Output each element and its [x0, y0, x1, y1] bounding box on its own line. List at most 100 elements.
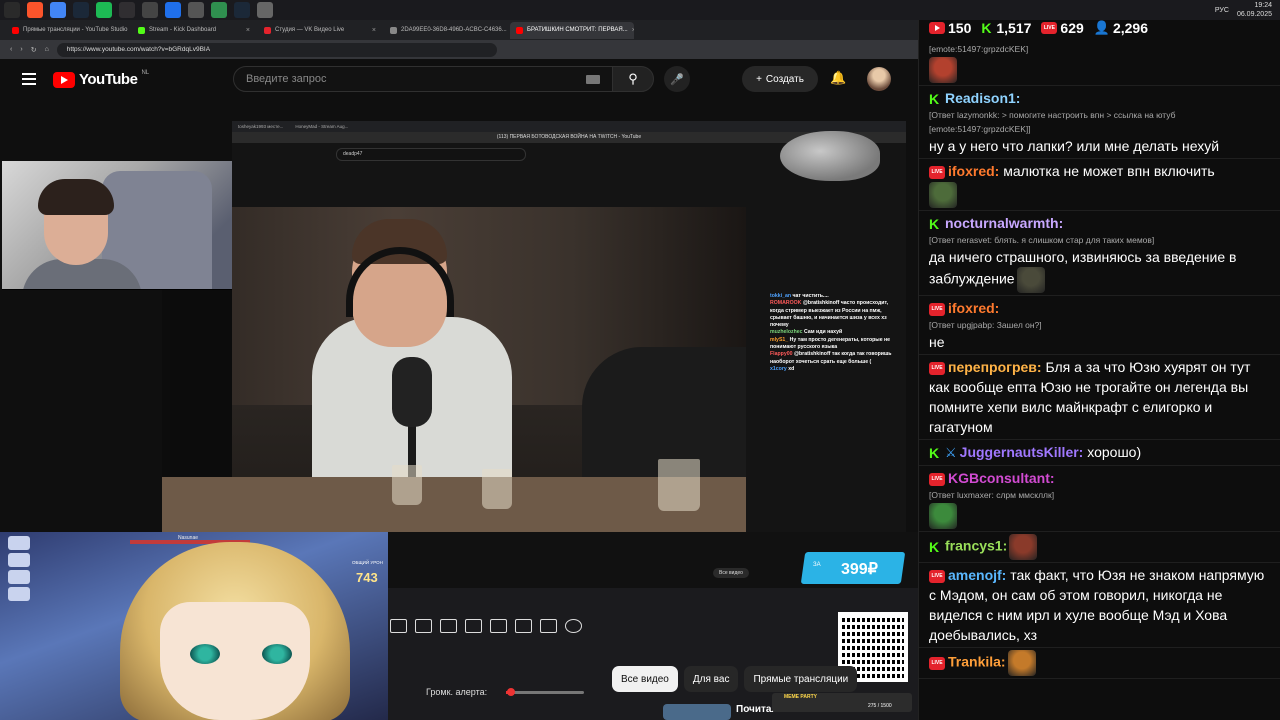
browser-tab[interactable]: 2DA99EE0-36D8-496D-ACBC-C4636...×	[384, 22, 508, 39]
eye-icon[interactable]	[390, 619, 407, 633]
chip-for-you[interactable]: Для вас	[683, 666, 739, 692]
create-label: Создать	[765, 73, 804, 85]
chat-text: хорошо)	[1087, 444, 1142, 460]
alert-volume-slider[interactable]	[506, 691, 584, 694]
chat-message: K ⚔ JuggernautsKiller: хорошо)	[919, 440, 1280, 467]
kick-viewer-count: 1,517	[996, 20, 1032, 36]
camera-icon[interactable]	[540, 619, 557, 633]
inner-tab[interactable]: HoneyMad - Stream Aug...	[295, 124, 348, 129]
language-indicator[interactable]: РУС	[1215, 7, 1229, 14]
chat-username[interactable]: перепрогрев:	[948, 359, 1042, 375]
browser-tab-title: Прямые трансляции - YouTube Studio	[23, 27, 128, 33]
chat-username[interactable]: nocturnalwarmth:	[945, 215, 1063, 231]
youtube-logo-text: YouTube	[79, 71, 138, 88]
meme-party-count: 275 / 1500	[868, 703, 892, 709]
app-icon-3[interactable]	[234, 2, 250, 18]
inner-tab[interactable]: tosheyak1993 месте...	[238, 124, 283, 129]
obs-icon[interactable]	[119, 2, 135, 18]
meme-party-title: МЕМЕ PARTY	[784, 694, 817, 700]
address-bar[interactable]: https://www.youtube.com/watch?v=bGRdqLv9…	[56, 42, 497, 57]
brave-icon[interactable]	[27, 2, 43, 18]
alert-volume-label: Громк. алерта:	[426, 687, 488, 697]
clock[interactable]: 19:24 06.09.2025	[1237, 1, 1272, 19]
chat-message: LIVE перепрогрев: Бля а за что Юзю хуярят…	[919, 355, 1280, 440]
chat-username[interactable]: JuggernautsKiller:	[960, 444, 1084, 460]
search-button[interactable]: ⚲	[612, 66, 654, 92]
promo-tag: ЗА	[813, 562, 821, 568]
chat-username[interactable]: amenojf:	[948, 567, 1006, 583]
kick-badge-icon: K	[929, 539, 940, 556]
chat-username[interactable]: KGBconsultant:	[948, 470, 1055, 486]
kick-badge-icon: K	[929, 445, 940, 462]
chat-message: K Readison1: [Ответ lazymonkk: > помогите …	[919, 86, 1280, 159]
youtube-logo[interactable]: YouTube NL	[53, 70, 149, 88]
obs-region: Все видео ЗА 399₽ Громк. алерта: Все вид…	[388, 532, 918, 720]
frame-icon[interactable]	[440, 619, 457, 633]
voice-search-button[interactable]: 🎤	[664, 66, 690, 92]
game-overlay: Nasunae ОБЩИЙ УРОН 743	[0, 532, 388, 720]
close-tab-icon[interactable]: ×	[372, 27, 376, 34]
chat-messages: [emote:51497:grpzdcKEK] K Readison1: [Ответ…	[919, 40, 1280, 680]
chat-username[interactable]: ifoxred:	[948, 300, 999, 316]
windows-icon[interactable]	[4, 2, 20, 18]
chat-message: LIVE KGBconsultant: [Ответ luxmaxer: слрм …	[919, 466, 1280, 533]
chat-username[interactable]: ifoxred:	[948, 163, 999, 179]
search-input[interactable]: Введите запрос	[233, 66, 613, 92]
browser-tab[interactable]: БРАТИШКИН СМОТРИТ: ПЕРВАЯ... ×	[510, 21, 634, 39]
reload-icon[interactable]: ↻	[31, 46, 37, 54]
chat-message: [emote:51497:grpzdcKEK]	[919, 40, 1280, 86]
inner-chat-message: tokki_an чат чистить....	[770, 293, 898, 300]
app-icon[interactable]	[142, 2, 158, 18]
menu-icon[interactable]	[22, 73, 36, 85]
youtube-header: YouTube NL Введите запрос ⚲ 🎤 + Создать 🔔	[0, 59, 918, 103]
browser-tab[interactable]: Прямые трансляции - YouTube Studio×	[6, 22, 130, 39]
close-tab-icon[interactable]: ×	[246, 27, 250, 34]
chat-username[interactable]: francys1:	[945, 538, 1007, 554]
browser-tab[interactable]: Студия — VK Видео Live ×	[258, 22, 382, 39]
chrome-icon[interactable]	[50, 2, 66, 18]
close-tab-icon[interactable]: ×	[632, 27, 634, 34]
cup	[658, 459, 700, 511]
back-icon[interactable]: ‹	[10, 46, 12, 53]
create-button[interactable]: + Создать	[742, 66, 818, 92]
streamer-hair	[38, 179, 114, 215]
home-icon[interactable]: ⌂	[45, 46, 49, 53]
account-avatar[interactable]	[867, 67, 891, 91]
video-player[interactable]	[162, 207, 746, 537]
inner-chat-username: Flappy00	[770, 351, 793, 358]
slider-knob[interactable]	[507, 688, 515, 696]
chat-username[interactable]: Readison1:	[945, 90, 1020, 106]
settings-icon[interactable]	[188, 2, 204, 18]
notifications-bell-icon[interactable]: 🔔	[830, 70, 846, 86]
chip-all-videos[interactable]: Все видео	[612, 666, 678, 692]
browser-tab-title: БРАТИШКИН СМОТРИТ: ПЕРВАЯ...	[527, 27, 628, 33]
chat-username[interactable]: Trankila:	[948, 654, 1006, 670]
inner-search-input[interactable]: deadp47	[336, 148, 526, 161]
chat-message: LIVE ifoxred: [Ответ upgjpabp: Зашел он?] …	[919, 296, 1280, 355]
suggested-video-thumbnail[interactable]	[663, 704, 731, 720]
gauge-icon[interactable]	[490, 619, 507, 633]
promo-price: 399₽	[841, 561, 878, 578]
browser-tab[interactable]: Stream - Kick Dashboard ×	[132, 22, 256, 39]
chip-live[interactable]: Прямые трансляции	[744, 666, 858, 692]
steam-icon[interactable]	[73, 2, 89, 18]
youtube-play-icon	[53, 71, 75, 88]
chat-message: LIVE Trankila:	[919, 648, 1280, 680]
all-videos-pill[interactable]: Все видео	[713, 568, 749, 578]
app-icon-4[interactable]	[257, 2, 273, 18]
character-eye	[262, 644, 292, 664]
add-source-icon[interactable]	[515, 619, 532, 633]
youtube-viewers: 150	[929, 20, 971, 36]
spotify-icon[interactable]	[96, 2, 112, 18]
forward-icon[interactable]: ›	[20, 46, 22, 53]
gear-icon[interactable]	[565, 619, 582, 633]
chat-message: LIVE amenojf: так факт, что Юзя не знаком…	[919, 563, 1280, 649]
app-icon-2[interactable]	[165, 2, 181, 18]
chat-emote-icon	[929, 57, 957, 83]
vk-live-badge-icon: LIVE	[929, 302, 945, 316]
browser-tab-title: 2DA99EE0-36D8-496D-ACBC-C4636...	[401, 27, 507, 33]
keyboard-icon[interactable]	[586, 75, 600, 84]
film-icon[interactable]	[415, 619, 432, 633]
crop-icon[interactable]	[465, 619, 482, 633]
chat-app-icon[interactable]	[211, 2, 227, 18]
